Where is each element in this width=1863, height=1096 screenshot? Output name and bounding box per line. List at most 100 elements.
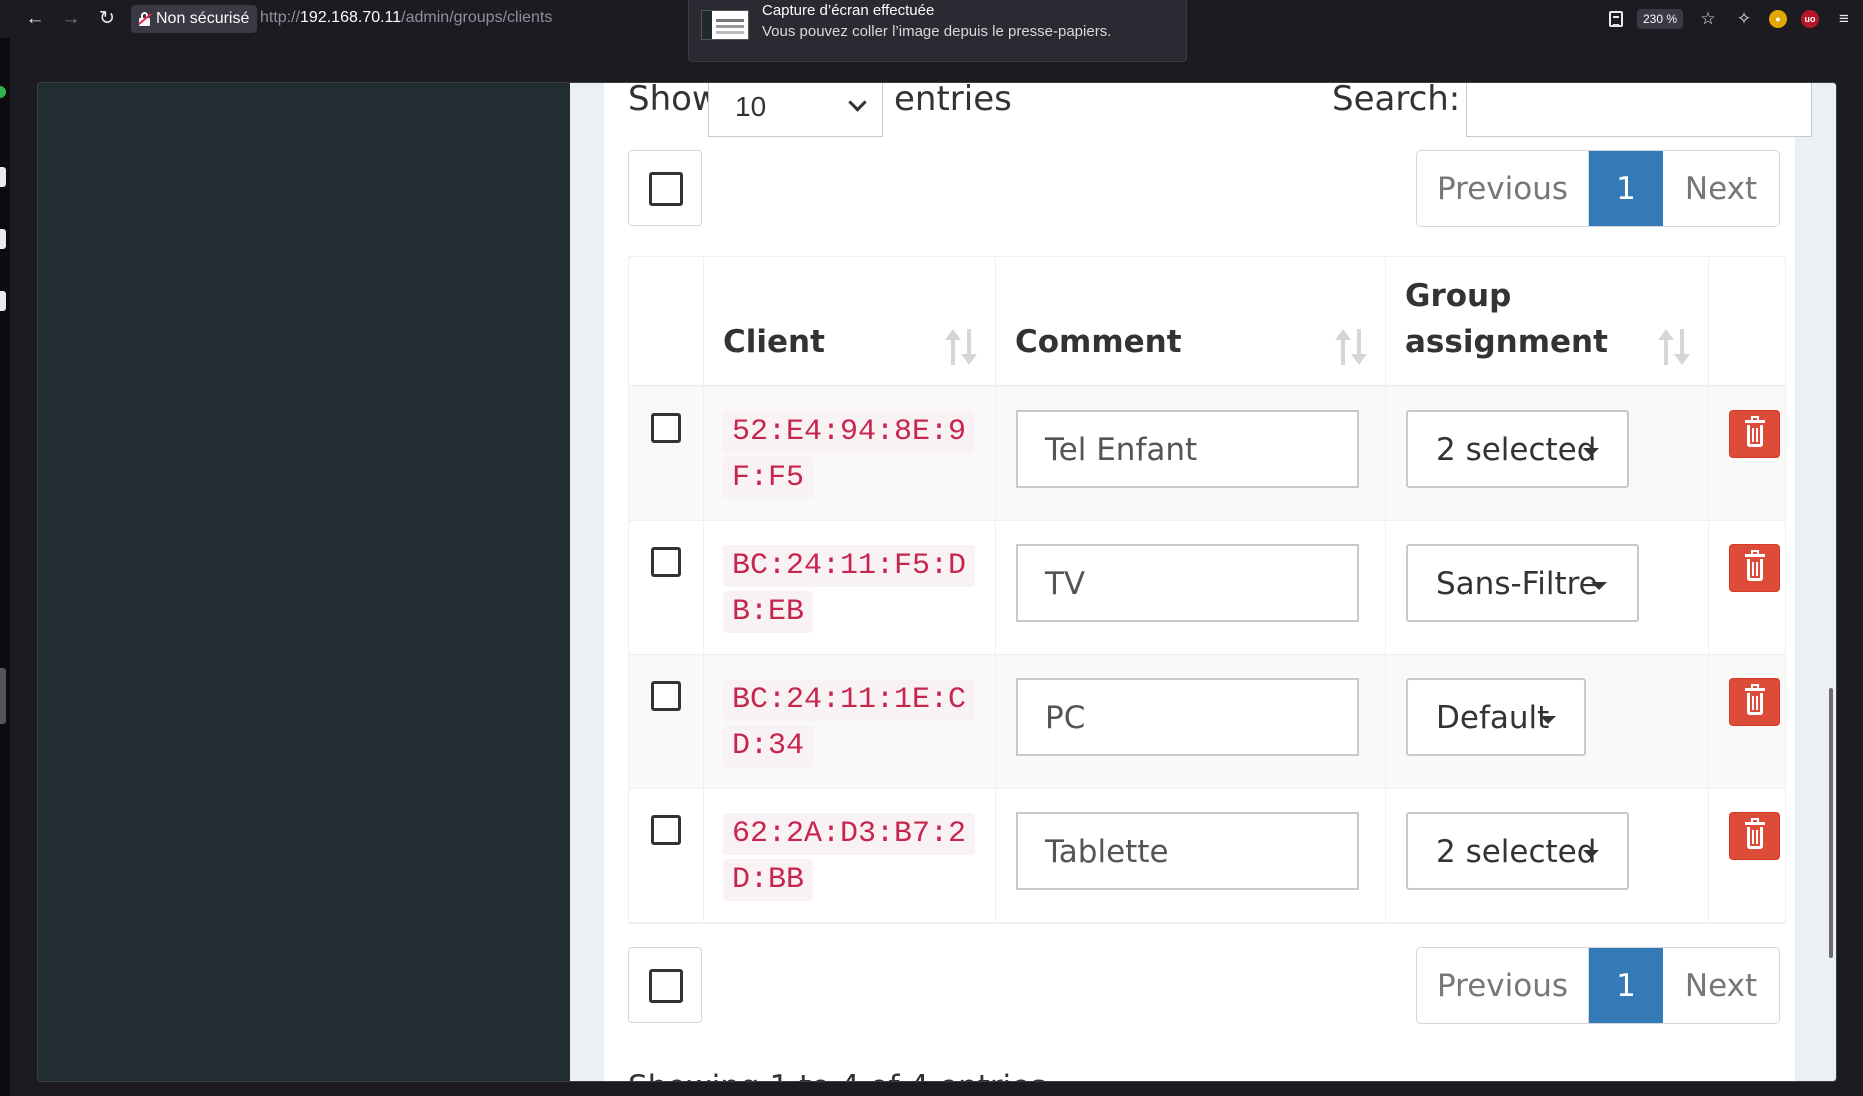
url-path: /admin/groups/clients — [401, 9, 553, 26]
address-bar[interactable]: http://192.168.70.11/admin/groups/client… — [260, 9, 552, 27]
reload-icon[interactable]: ↻ — [94, 7, 120, 31]
screenshot-notification[interactable]: Capture d’écran effectuée Vous pouvez co… — [688, 0, 1187, 62]
back-arrow-icon[interactable]: ← — [22, 7, 48, 31]
previous-page-button[interactable]: Previous — [1417, 151, 1589, 226]
group-assignment-dropdown[interactable]: Default — [1406, 678, 1586, 756]
group-assignment-value: 2 selected — [1436, 432, 1597, 468]
page-length-select[interactable]: 10 — [708, 83, 883, 137]
trash-icon — [1745, 818, 1765, 825]
menu-hamburger-icon[interactable]: ≡ — [1833, 8, 1855, 30]
group-assignment-dropdown[interactable]: 2 selected — [1406, 812, 1629, 890]
extension-yellow-icon[interactable]: ● — [1769, 10, 1787, 28]
bookmark-star-icon[interactable]: ☆ — [1697, 8, 1719, 30]
delete-button[interactable] — [1729, 678, 1780, 726]
group-assignment-value: Default — [1436, 700, 1550, 736]
header-comment[interactable]: Comment — [996, 257, 1386, 387]
client-mac-address: BC:24:11:1E:C D:34 — [723, 677, 976, 769]
dock-item[interactable] — [0, 229, 6, 249]
next-page-button[interactable]: Next — [1663, 151, 1779, 226]
group-assignment-dropdown[interactable]: 2 selected — [1406, 410, 1629, 488]
notification-title: Capture d’écran effectuée — [762, 2, 935, 19]
comment-value: PC — [1045, 700, 1086, 736]
client-mac-address: 62:2A:D3:B7:2 D:BB — [723, 811, 976, 903]
admin-sidebar — [38, 83, 570, 1081]
url-host: 192.168.70.11 — [300, 9, 402, 26]
site-security-indicator[interactable]: Non sécurisé — [131, 5, 258, 33]
clients-table: Client Comment Group assignment 52:E4:94… — [628, 256, 1786, 924]
sort-icon — [1335, 329, 1367, 365]
header-actions — [1709, 257, 1787, 387]
caret-down-icon — [1583, 448, 1599, 456]
table-header: Client Comment Group assignment — [629, 257, 1785, 387]
sort-icon — [945, 329, 977, 365]
comment-input[interactable]: TV — [1016, 544, 1359, 622]
comment-value: Tel Enfant — [1045, 432, 1198, 468]
reader-view-icon[interactable] — [1608, 11, 1623, 27]
search-label: Search: — [1332, 82, 1461, 119]
insecure-lock-icon — [138, 12, 152, 26]
row-checkbox[interactable] — [651, 815, 681, 845]
comment-input[interactable]: Tel Enfant — [1016, 410, 1359, 488]
checkbox-icon — [649, 172, 683, 206]
table-row: BC:24:11:1E:C D:34 PC Default — [629, 655, 1785, 789]
group-assignment-value: Sans-Filtre — [1436, 566, 1598, 602]
comment-input[interactable]: PC — [1016, 678, 1359, 756]
select-all-button-top[interactable] — [628, 150, 702, 226]
pagination-top: Previous 1 Next — [1416, 150, 1780, 227]
dock-item[interactable] — [0, 668, 6, 724]
row-checkbox[interactable] — [651, 413, 681, 443]
notification-thumbnail — [701, 10, 749, 40]
header-client[interactable]: Client — [704, 257, 996, 387]
clients-table-box: Show 10 entries Search: Previous 1 Next — [604, 82, 1812, 1081]
caret-down-icon — [1591, 582, 1607, 590]
delete-button[interactable] — [1729, 812, 1780, 860]
security-label: Non sécurisé — [156, 10, 250, 27]
header-client-label: Client — [723, 324, 825, 360]
table-row: BC:24:11:F5:D B:EB TV Sans-Filtre — [629, 521, 1785, 655]
dock-item[interactable] — [0, 167, 6, 187]
page-1-button[interactable]: 1 — [1589, 151, 1663, 226]
table-row: 52:E4:94:8E:9 F:F5 Tel Enfant 2 selected — [629, 387, 1785, 521]
ublock-origin-icon[interactable]: uo — [1801, 10, 1819, 28]
next-page-button[interactable]: Next — [1663, 948, 1779, 1023]
os-dock-edge — [0, 38, 10, 1096]
select-all-button-bottom[interactable] — [628, 947, 702, 1023]
header-group-label: Group assignment — [1405, 278, 1608, 360]
zoom-level-badge[interactable]: 230 % — [1636, 9, 1683, 29]
header-group-assignment[interactable]: Group assignment — [1386, 257, 1709, 387]
chevron-down-icon — [848, 93, 867, 112]
dock-item[interactable] — [0, 291, 6, 311]
search-input[interactable] — [1466, 83, 1812, 137]
notification-body: Vous pouvez coller l’image depuis le pre… — [762, 23, 1112, 40]
comment-value: TV — [1045, 566, 1086, 602]
group-assignment-dropdown[interactable]: Sans-Filtre — [1406, 544, 1639, 622]
comment-input[interactable]: Tablette — [1016, 812, 1359, 890]
entries-label: entries — [894, 82, 1012, 119]
header-comment-label: Comment — [1015, 324, 1182, 360]
client-mac-address: 52:E4:94:8E:9 F:F5 — [723, 409, 976, 501]
url-scheme: http:// — [260, 9, 301, 26]
dock-active-indicator — [0, 86, 6, 98]
forward-arrow-icon[interactable]: → — [58, 7, 84, 31]
caret-down-icon — [1583, 850, 1599, 858]
row-checkbox[interactable] — [651, 681, 681, 711]
content-wrapper: Show 10 entries Search: Previous 1 Next — [570, 83, 1836, 1081]
comment-value: Tablette — [1045, 834, 1169, 870]
sort-icon — [1658, 329, 1690, 365]
delete-button[interactable] — [1729, 410, 1780, 458]
caret-down-icon — [1540, 716, 1556, 724]
page-1-button[interactable]: 1 — [1589, 948, 1663, 1023]
checkbox-icon — [649, 969, 683, 1003]
extensions-broom-icon[interactable]: ✧ — [1733, 8, 1755, 30]
previous-page-button[interactable]: Previous — [1417, 948, 1589, 1023]
pagination-bottom: Previous 1 Next — [1416, 947, 1780, 1024]
header-select — [629, 257, 704, 387]
client-mac-address: BC:24:11:F5:D B:EB — [723, 543, 976, 635]
page-length-value: 10 — [735, 91, 767, 122]
table-row: 62:2A:D3:B7:2 D:BB Tablette 2 selected — [629, 789, 1785, 923]
delete-button[interactable] — [1729, 544, 1780, 592]
row-checkbox[interactable] — [651, 547, 681, 577]
page-scrollbar[interactable] — [1829, 688, 1833, 958]
page-viewport: Show 10 entries Search: Previous 1 Next — [37, 82, 1837, 1082]
trash-icon — [1745, 416, 1765, 423]
